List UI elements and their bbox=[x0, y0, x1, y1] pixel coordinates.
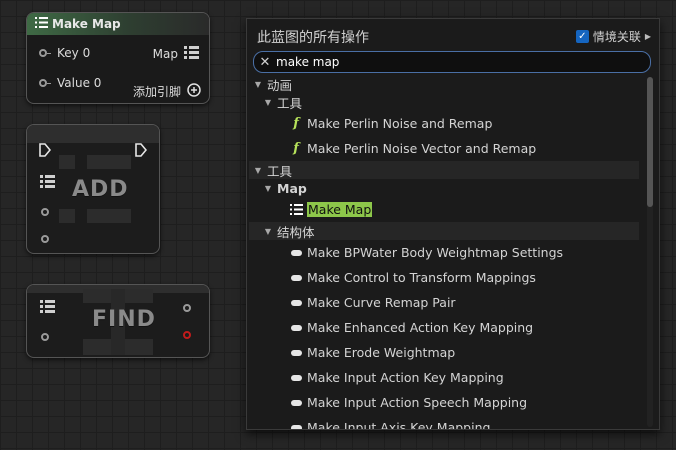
make-map-node-header[interactable]: Make Map bbox=[27, 13, 209, 35]
category-label: 工具 bbox=[277, 95, 303, 111]
list-item-make-map[interactable]: Make Map bbox=[249, 197, 639, 222]
category-row-utilities[interactable]: ▼ 工具 bbox=[249, 161, 639, 179]
map-grid-icon[interactable] bbox=[40, 175, 55, 191]
struct-icon bbox=[289, 374, 303, 381]
list-item[interactable]: f Make Perlin Noise Vector and Remap bbox=[249, 136, 639, 161]
collapse-arrow-icon[interactable]: ▼ bbox=[263, 184, 273, 193]
search-input[interactable] bbox=[276, 55, 650, 69]
list-item-label: Make BPWater Body Weightmap Settings bbox=[307, 245, 564, 260]
list-item-label: Make Control to Transform Mappings bbox=[307, 270, 536, 285]
bg-block bbox=[59, 155, 75, 169]
struct-icon bbox=[289, 424, 303, 429]
map-grid-icon[interactable] bbox=[184, 46, 199, 62]
value-input-pin-icon[interactable] bbox=[41, 235, 49, 243]
list-item-label: Make Enhanced Action Key Mapping bbox=[307, 320, 534, 335]
make-map-node-title: Make Map bbox=[52, 17, 121, 31]
struct-icon bbox=[289, 349, 303, 356]
add-node-top-bar bbox=[27, 125, 159, 143]
list-item[interactable]: Make Input Action Key Mapping bbox=[249, 365, 639, 390]
key-pin-icon[interactable] bbox=[39, 49, 47, 57]
map-grid-icon[interactable] bbox=[40, 300, 55, 316]
add-pin-button[interactable]: 添加引脚 bbox=[133, 83, 201, 100]
action-menu-panel[interactable]: 此蓝图的所有操作 ✓ 情境关联 ▶ ✕ ▼ 动画 ▼ 工具 f Make Per… bbox=[246, 18, 660, 430]
value-pin-row[interactable]: Value 0 bbox=[39, 76, 101, 90]
list-item[interactable]: Make Input Axis Key Mapping bbox=[249, 415, 639, 429]
key-input-pin-icon[interactable] bbox=[41, 333, 49, 341]
struct-icon bbox=[289, 249, 303, 256]
list-item-label: Make Erode Weightmap bbox=[307, 345, 456, 360]
find-node[interactable]: FIND bbox=[26, 284, 210, 358]
list-item-label: Make Curve Remap Pair bbox=[307, 295, 456, 310]
found-output-pin-icon[interactable] bbox=[183, 331, 191, 339]
category-row-map[interactable]: ▼ Map bbox=[249, 179, 639, 197]
struct-icon bbox=[289, 299, 303, 306]
list-item-label: Make Perlin Noise and Remap bbox=[307, 116, 493, 131]
struct-icon bbox=[289, 324, 303, 331]
bg-block bbox=[87, 209, 131, 223]
find-node-label: FIND bbox=[92, 307, 156, 332]
pin-stub bbox=[47, 52, 51, 54]
context-checkbox[interactable]: ✓ bbox=[575, 30, 589, 43]
map-output-label: Map bbox=[152, 47, 178, 61]
add-pin-label: 添加引脚 bbox=[132, 85, 181, 99]
category-label: 动画 bbox=[267, 77, 293, 93]
list-item[interactable]: Make BPWater Body Weightmap Settings bbox=[249, 240, 639, 265]
collapse-arrow-icon[interactable]: ▼ bbox=[263, 227, 273, 236]
check-icon: ✓ bbox=[578, 30, 587, 42]
list-item-label: Make Input Action Speech Mapping bbox=[307, 395, 528, 410]
search-box[interactable]: ✕ bbox=[253, 51, 651, 73]
list-item-label: Make Perlin Noise Vector and Remap bbox=[307, 141, 537, 156]
pin-stub bbox=[47, 82, 51, 84]
list-item-label: Make Input Axis Key Mapping bbox=[307, 420, 491, 429]
struct-icon bbox=[289, 274, 303, 281]
list-item[interactable]: Make Control to Transform Mappings bbox=[249, 265, 639, 290]
bg-block bbox=[59, 209, 75, 223]
map-grid-icon bbox=[35, 17, 48, 31]
context-label: 情境关联 bbox=[592, 30, 641, 44]
context-sensitive-toggle[interactable]: ✓ 情境关联 ▶ bbox=[575, 28, 651, 45]
category-row-structures[interactable]: ▼ 结构体 bbox=[249, 222, 639, 240]
struct-icon bbox=[289, 399, 303, 406]
value-pin-label: Value 0 bbox=[57, 76, 102, 90]
value-output-pin-icon[interactable] bbox=[183, 304, 191, 312]
list-item-label: Make Input Action Key Mapping bbox=[307, 370, 504, 385]
list-item[interactable]: Make Enhanced Action Key Mapping bbox=[249, 315, 639, 340]
panel-title: 此蓝图的所有操作 bbox=[257, 30, 369, 46]
scrollbar-thumb[interactable] bbox=[647, 77, 653, 207]
exec-out-pin-icon[interactable] bbox=[135, 143, 148, 160]
action-list[interactable]: ▼ 动画 ▼ 工具 f Make Perlin Noise and Remap … bbox=[249, 75, 639, 429]
bg-block bbox=[87, 155, 131, 169]
list-item[interactable]: Make Curve Remap Pair bbox=[249, 290, 639, 315]
collapse-arrow-icon[interactable]: ▼ bbox=[263, 98, 273, 107]
close-icon[interactable]: ✕ bbox=[254, 55, 276, 70]
chevron-right-icon[interactable]: ▶ bbox=[645, 32, 651, 41]
collapse-arrow-icon[interactable]: ▼ bbox=[253, 80, 263, 89]
collapse-arrow-icon[interactable]: ▼ bbox=[253, 166, 263, 175]
list-item[interactable]: Make Erode Weightmap bbox=[249, 340, 639, 365]
category-label: Map bbox=[277, 180, 307, 196]
add-node-label: ADD bbox=[72, 177, 129, 202]
list-scrollbar[interactable] bbox=[647, 77, 653, 427]
category-row-utilities[interactable]: ▼ 工具 bbox=[249, 93, 639, 111]
function-icon: f bbox=[293, 116, 299, 131]
add-node[interactable]: ADD bbox=[26, 124, 160, 254]
map-output-pin-row[interactable]: Map bbox=[153, 46, 199, 62]
list-item[interactable]: Make Input Action Speech Mapping bbox=[249, 390, 639, 415]
key-pin-label: Key 0 bbox=[57, 46, 91, 60]
category-label: 工具 bbox=[267, 163, 293, 179]
map-grid-icon bbox=[289, 204, 303, 215]
exec-in-pin-icon[interactable] bbox=[39, 143, 52, 160]
plus-circle-icon[interactable] bbox=[187, 83, 201, 100]
make-map-node[interactable]: Make Map Key 0 Value 0 Map 添加引脚 bbox=[26, 12, 210, 104]
list-item[interactable]: f Make Perlin Noise and Remap bbox=[249, 111, 639, 136]
category-label: 结构体 bbox=[277, 224, 315, 240]
function-icon: f bbox=[293, 141, 299, 156]
category-row-animation[interactable]: ▼ 动画 bbox=[249, 75, 639, 93]
list-item-label-highlighted: Make Map bbox=[307, 202, 373, 217]
key-pin-row[interactable]: Key 0 bbox=[39, 46, 90, 60]
key-input-pin-icon[interactable] bbox=[41, 208, 49, 216]
value-pin-icon[interactable] bbox=[39, 79, 47, 87]
